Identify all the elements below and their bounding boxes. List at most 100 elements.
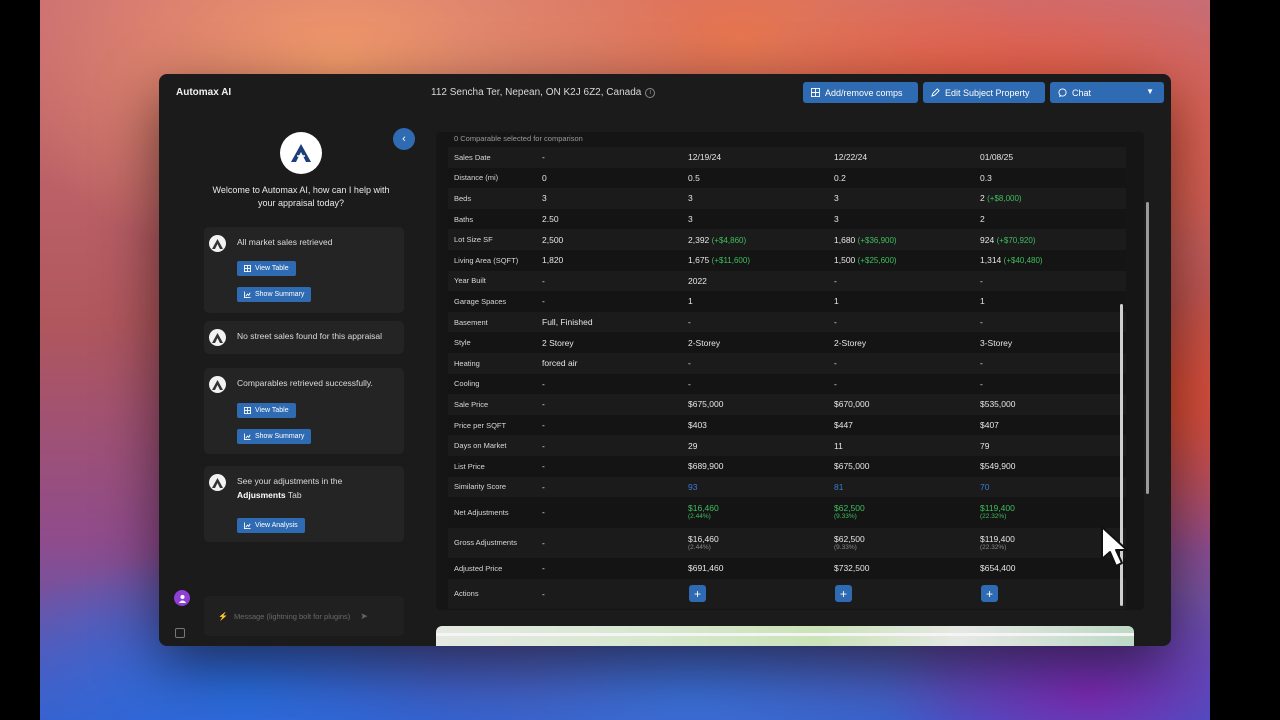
table-row: Lot Size SF 2,500 2,392 (+$4,860) 1,680 (+$…: [448, 229, 1126, 250]
ai-avatar-icon: [209, 235, 226, 252]
adjustment-amount: (+$11,600): [711, 256, 750, 266]
mouse-cursor-icon: [1101, 526, 1128, 567]
table-row: Days on Market -29 11 79: [448, 435, 1126, 456]
row-label: Basement: [448, 311, 536, 333]
chat-dropdown-button[interactable]: Chat ▼: [1050, 82, 1164, 103]
view-table-button[interactable]: View Table: [237, 261, 296, 276]
comp-cell: 1: [974, 291, 1126, 312]
comp-cell: $62,500 (9.33%): [828, 527, 974, 559]
subject-cell: -: [536, 373, 682, 395]
user-avatar[interactable]: [174, 590, 190, 606]
chat-message-input[interactable]: ⚡ Message (lightning bolt for plugins) ➤: [204, 596, 404, 636]
row-label: Adjusted Price: [448, 558, 536, 579]
comp-cell: $549,900: [974, 455, 1126, 477]
comp-cell: 70: [974, 476, 1126, 498]
subject-cell: 2,500: [536, 229, 682, 250]
adjustment-amount: (+$36,900): [857, 235, 897, 245]
subject-cell: -: [536, 414, 682, 436]
comp-cell: 3: [828, 208, 974, 230]
adjustment-amount: (+$25,600): [857, 256, 897, 266]
table-icon: [244, 265, 251, 272]
table-row: Similarity Score -93 81 70: [448, 476, 1126, 498]
chevron-down-icon: ▼: [1146, 87, 1154, 96]
comp-value: -: [688, 378, 691, 389]
show-summary-button[interactable]: Show Summary: [237, 429, 312, 444]
add-remove-comps-button[interactable]: Add/remove comps: [803, 82, 918, 103]
row-label: Distance (mi): [448, 167, 536, 189]
card-message-bold: Adjusments: [237, 490, 286, 500]
comp-value: 0.2: [834, 172, 846, 183]
add-comp-button[interactable]: +: [689, 585, 706, 603]
view-table-button[interactable]: View Table: [237, 403, 296, 418]
comp-cell: -: [974, 352, 1126, 374]
app-title: Automax AI: [176, 87, 232, 98]
page-scrollbar[interactable]: [1146, 202, 1149, 494]
subject-cell: 0: [536, 167, 682, 189]
add-comp-button[interactable]: +: [835, 585, 852, 603]
collapse-sidebar-button[interactable]: ‹: [393, 128, 415, 150]
action-cell: +: [974, 578, 1126, 610]
comp-value: -: [980, 358, 983, 369]
comp-cell: 3: [682, 208, 828, 230]
comp-value: 3: [834, 214, 839, 225]
comp-cell: 1,675 (+$11,600): [682, 249, 828, 271]
view-analysis-label: View Analysis: [255, 522, 298, 529]
adjustment-amount: (+$40,480): [1003, 256, 1043, 266]
comp-cell: 0.2: [828, 167, 974, 189]
chat-label: Chat: [1072, 87, 1092, 98]
row-label: Sales Date: [448, 147, 536, 168]
comp-value: $675,000: [834, 461, 870, 472]
comp-value: -: [688, 317, 691, 328]
comp-cell: 1,314 (+$40,480): [974, 249, 1126, 271]
comp-cell: 3: [828, 188, 974, 209]
comp-value: -: [834, 358, 837, 369]
comp-value: 3: [688, 214, 693, 225]
info-icon[interactable]: i: [645, 87, 656, 98]
comp-cell: 1,680 (+$36,900): [828, 229, 974, 250]
comp-value: 1,675: [688, 255, 710, 266]
edit-subject-property-button[interactable]: Edit Subject Property: [923, 82, 1045, 103]
subject-cell: -: [536, 455, 682, 477]
address-text: 112 Sencha Ter, Nepean, ON K2J 6Z2, Cana…: [431, 87, 642, 98]
ai-avatar-icon: [209, 474, 226, 491]
comp-value: $675,000: [688, 399, 724, 410]
row-label: Garage Spaces: [448, 291, 536, 312]
comp-cell: 0.3: [974, 167, 1126, 189]
comp-cell: -: [828, 373, 974, 395]
comp-cell: 1,500 (+$25,600): [828, 249, 974, 271]
comp-cell: 93: [682, 476, 828, 498]
comp-cell: -: [974, 270, 1126, 292]
comp-cell: 12/19/24: [682, 147, 828, 168]
comp-value: 3: [834, 193, 839, 204]
send-icon[interactable]: ➤: [360, 611, 368, 622]
comp-cell: -: [828, 311, 974, 333]
comp-value: -: [980, 378, 983, 389]
document-icon[interactable]: [175, 628, 185, 638]
adjustment-percent: (22.32%): [980, 513, 1007, 521]
comp-value: 11: [834, 440, 843, 451]
comp-cell: $407: [974, 414, 1126, 436]
subject-cell: -: [536, 497, 682, 528]
comp-cell: 1: [828, 291, 974, 312]
table-row: Price per SQFT - $403 $447 $407: [448, 414, 1126, 436]
comp-cell: 2,392 (+$4,860): [682, 229, 828, 250]
view-analysis-button[interactable]: View Analysis: [237, 518, 305, 533]
row-label: Actions: [448, 578, 536, 610]
message-card-street-sales: No street sales found for this appraisal: [204, 321, 404, 354]
row-label: Beds: [448, 188, 536, 209]
chat-bubble-icon: [1058, 88, 1067, 97]
comp-value: $689,900: [688, 461, 724, 472]
row-label: Net Adjustments: [448, 497, 536, 528]
map-preview[interactable]: [436, 626, 1134, 646]
table-row: Cooling - - - -: [448, 373, 1126, 395]
comp-cell: $403: [682, 414, 828, 436]
table-row: Basement Full, Finished - - -: [448, 311, 1126, 333]
row-label: Gross Adjustments: [448, 527, 536, 559]
show-summary-button[interactable]: Show Summary: [237, 287, 312, 302]
message-card-adjustments: See your adjustments in the Adjusments T…: [204, 466, 404, 542]
welcome-message: Welcome to Automax AI, how can I help wi…: [212, 185, 390, 208]
subject-cell: forced air: [536, 352, 682, 374]
add-comp-button[interactable]: +: [981, 585, 998, 603]
comp-cell: $16,460 (2.44%): [682, 497, 828, 528]
row-label: Sale Price: [448, 394, 536, 415]
